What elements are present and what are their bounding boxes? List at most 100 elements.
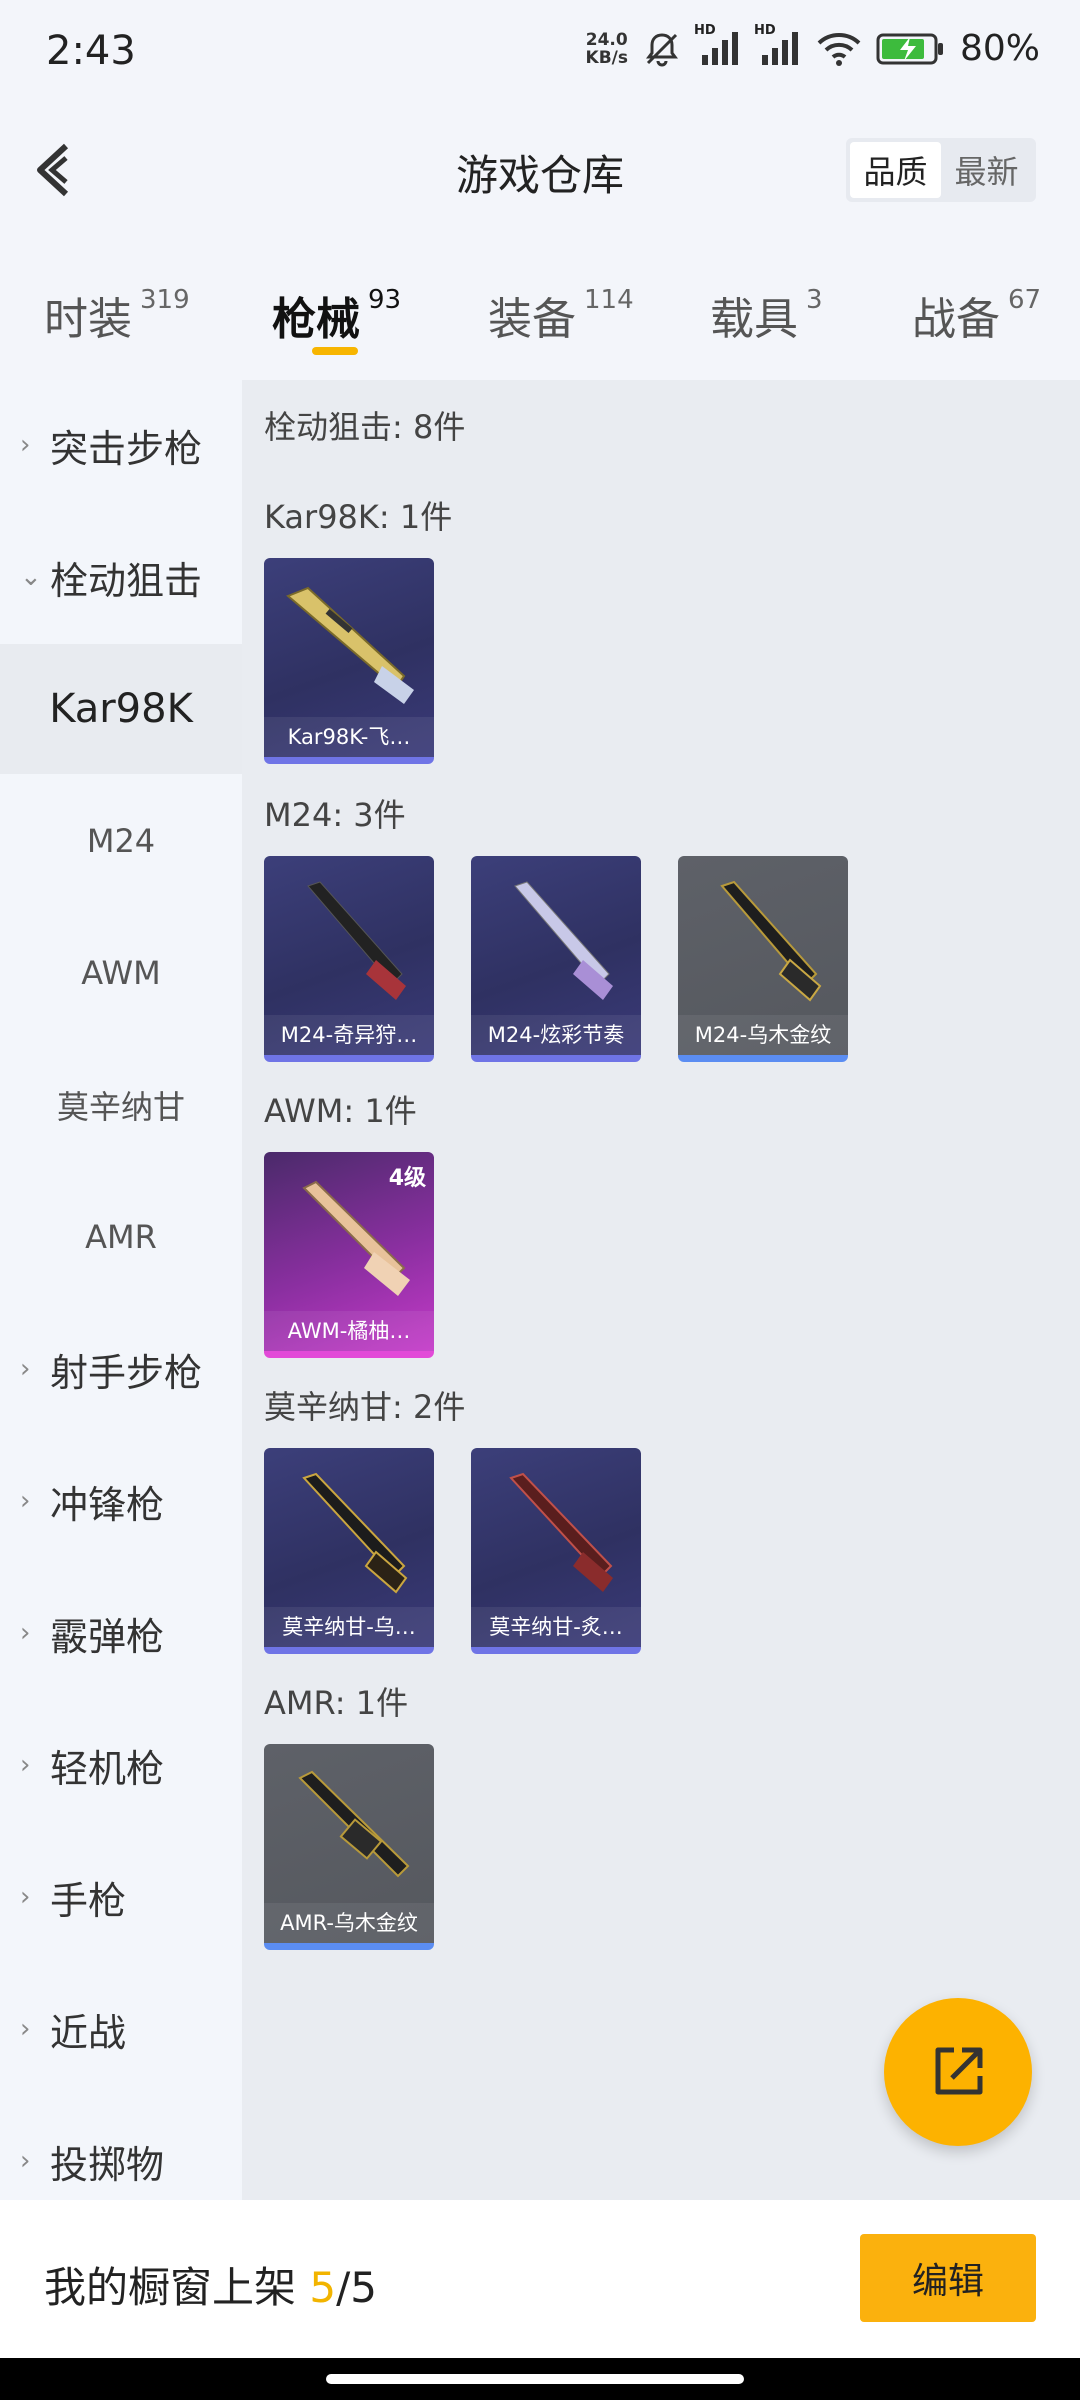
rifle-image	[286, 586, 414, 704]
sidebar-item-shotgun[interactable]: › 霰弹枪	[0, 1568, 242, 1698]
sort-newest-button[interactable]: 最新	[941, 142, 1032, 198]
tab-count: 319	[140, 285, 190, 315]
weapon-card-name: Kar98K-飞…	[264, 717, 434, 757]
tab-label: 载具	[710, 294, 798, 345]
sort-toggle: 品质 最新	[846, 138, 1036, 202]
tab-count: 114	[584, 285, 634, 315]
sidebar-item-bolt-sniper[interactable]: ⌄ 栓动狙击	[0, 512, 242, 642]
sidebar-item-marksman-rifle[interactable]: › 射手步枪	[0, 1304, 242, 1434]
sidebar-item-lmg[interactable]: › 轻机枪	[0, 1700, 242, 1830]
tab-count: 67	[1008, 285, 1042, 315]
weapon-card[interactable]: AMR-乌木金纹	[264, 1744, 434, 1950]
weapon-card-name: AMR-乌木金纹	[264, 1903, 434, 1943]
weapon-card-name: AWM-橘柚…	[264, 1311, 434, 1351]
sidebar-subitem-mosin[interactable]: 莫辛纳甘	[0, 1040, 242, 1170]
showcase-bar: 我的橱窗上架 5/5 编辑	[0, 2200, 1080, 2358]
weapon-category-sidebar: › 突击步枪 ⌄ 栓动狙击 Kar98K M24 AWM 莫辛纳甘 AMR › …	[0, 380, 242, 2200]
weapon-card-name: M24-炫彩节奏	[471, 1015, 641, 1055]
sidebar-item-label: 冲锋枪	[50, 1482, 165, 1527]
weapon-level-badge: 4级	[388, 1166, 426, 1191]
status-bar: 2:43 24.0 KB/s HD HD 80%	[0, 0, 1080, 110]
section-title-amr: AMR: 1件	[264, 1684, 409, 1722]
sidebar-subitem-kar98k[interactable]: Kar98K	[0, 644, 242, 774]
weapon-card[interactable]: M24-乌木金纹	[678, 856, 848, 1062]
weapon-card[interactable]: 莫辛纳甘-乌…	[264, 1448, 434, 1654]
category-summary: 栓动狙击: 8件	[264, 408, 466, 446]
tab-label: 时装	[44, 294, 132, 345]
sidebar-item-label: 手枪	[50, 1878, 127, 1923]
wifi-icon	[817, 32, 861, 66]
system-nav-bar	[0, 2358, 1080, 2400]
section-title-mosin: 莫辛纳甘: 2件	[264, 1388, 466, 1426]
share-button[interactable]	[884, 1998, 1032, 2146]
status-time: 2:43	[46, 28, 136, 74]
showcase-current-count: 5	[309, 2263, 337, 2312]
weapon-card-name: 莫辛纳甘-乌…	[264, 1607, 434, 1647]
sidebar-subitem-awm[interactable]: AWM	[0, 908, 242, 1038]
showcase-label: 我的橱窗上架	[44, 2263, 297, 2312]
weapon-grid: 栓动狙击: 8件 Kar98K: 1件 Kar98K-飞… M24: 3件 M2…	[242, 380, 1080, 2200]
weapon-card-name: 莫辛纳甘-炙…	[471, 1607, 641, 1647]
sidebar-item-melee[interactable]: › 近战	[0, 1964, 242, 2094]
sidebar-item-label: 突击步枪	[50, 426, 203, 471]
net-speed-unit: KB/s	[585, 47, 628, 68]
status-icons: 24.0 KB/s HD HD 80%	[585, 23, 1040, 70]
active-tab-indicator	[312, 347, 358, 355]
tab-guns[interactable]: 枪械 93	[272, 283, 401, 347]
weapon-card[interactable]: Kar98K-飞…	[264, 558, 434, 764]
rifle-image	[514, 881, 613, 1000]
battery-charging-icon	[876, 33, 943, 64]
sort-quality-button[interactable]: 品质	[850, 142, 941, 198]
tab-label: 枪械	[272, 294, 360, 345]
tab-vehicles[interactable]: 载具 3	[710, 283, 823, 347]
tab-fashion[interactable]: 时装 319	[44, 283, 190, 347]
weapon-card-name: M24-奇异狩…	[264, 1015, 434, 1055]
chevron-right-icon: ›	[20, 2014, 31, 2044]
tab-count: 93	[368, 285, 402, 315]
share-external-icon	[935, 2047, 983, 2095]
chevron-right-icon: ›	[20, 1882, 31, 1912]
sidebar-item-label: 霰弹枪	[50, 1614, 165, 1659]
hd-label-1: HD	[693, 22, 716, 38]
home-gesture-handle[interactable]	[326, 2374, 744, 2384]
section-title-kar98k: Kar98K: 1件	[264, 498, 453, 536]
sidebar-subitem-amr[interactable]: AMR	[0, 1172, 242, 1302]
edit-button[interactable]: 编辑	[860, 2234, 1036, 2322]
mute-bell-icon	[645, 32, 678, 66]
weapon-card[interactable]: 莫辛纳甘-炙…	[471, 1448, 641, 1654]
signal-2: HD	[754, 23, 802, 69]
weapon-card-name: M24-乌木金纹	[678, 1015, 848, 1055]
tab-equipment[interactable]: 装备 114	[488, 283, 634, 347]
sidebar-item-pistol[interactable]: › 手枪	[0, 1832, 242, 1962]
chevron-right-icon: ›	[20, 1486, 31, 1516]
sidebar-item-label: 投掷物	[50, 2142, 165, 2187]
weapon-card[interactable]: M24-奇异狩…	[264, 856, 434, 1062]
rifle-image	[720, 880, 822, 1002]
chevron-down-icon: ⌄	[20, 562, 42, 592]
chevron-right-icon: ›	[20, 1618, 31, 1648]
sidebar-item-label: 近战	[50, 2010, 127, 2055]
net-speed-value: 24.0	[585, 29, 628, 50]
rifle-image	[509, 1472, 613, 1592]
sidebar-subitem-m24[interactable]: M24	[0, 776, 242, 906]
sidebar-item-smg[interactable]: › 冲锋枪	[0, 1436, 242, 1566]
battery-percent: 80%	[959, 28, 1040, 69]
category-tabs: 时装 319 枪械 93 装备 114 载具 3 战备 67	[0, 255, 1080, 375]
chevron-right-icon: ›	[20, 1354, 31, 1384]
tab-label: 装备	[488, 294, 576, 345]
chevron-right-icon: ›	[20, 1750, 31, 1780]
showcase-total-count: /5	[336, 2263, 377, 2312]
rifle-image	[307, 881, 406, 1000]
sidebar-item-label: 射手步枪	[50, 1350, 203, 1395]
rifle-image	[298, 1770, 410, 1878]
weapon-card[interactable]: 4级 AWM-橘柚…	[264, 1152, 434, 1358]
signal-1: HD	[694, 23, 742, 69]
tab-supplies[interactable]: 战备 67	[912, 283, 1041, 347]
weapon-card[interactable]: M24-炫彩节奏	[471, 856, 641, 1062]
sidebar-item-assault-rifle[interactable]: › 突击步枪	[0, 380, 242, 510]
rifle-image	[302, 1472, 408, 1594]
chevron-right-icon: ›	[20, 430, 31, 460]
sidebar-item-label: 轻机枪	[50, 1746, 165, 1791]
chevron-right-icon: ›	[20, 2146, 31, 2176]
tab-label: 战备	[912, 294, 1000, 345]
